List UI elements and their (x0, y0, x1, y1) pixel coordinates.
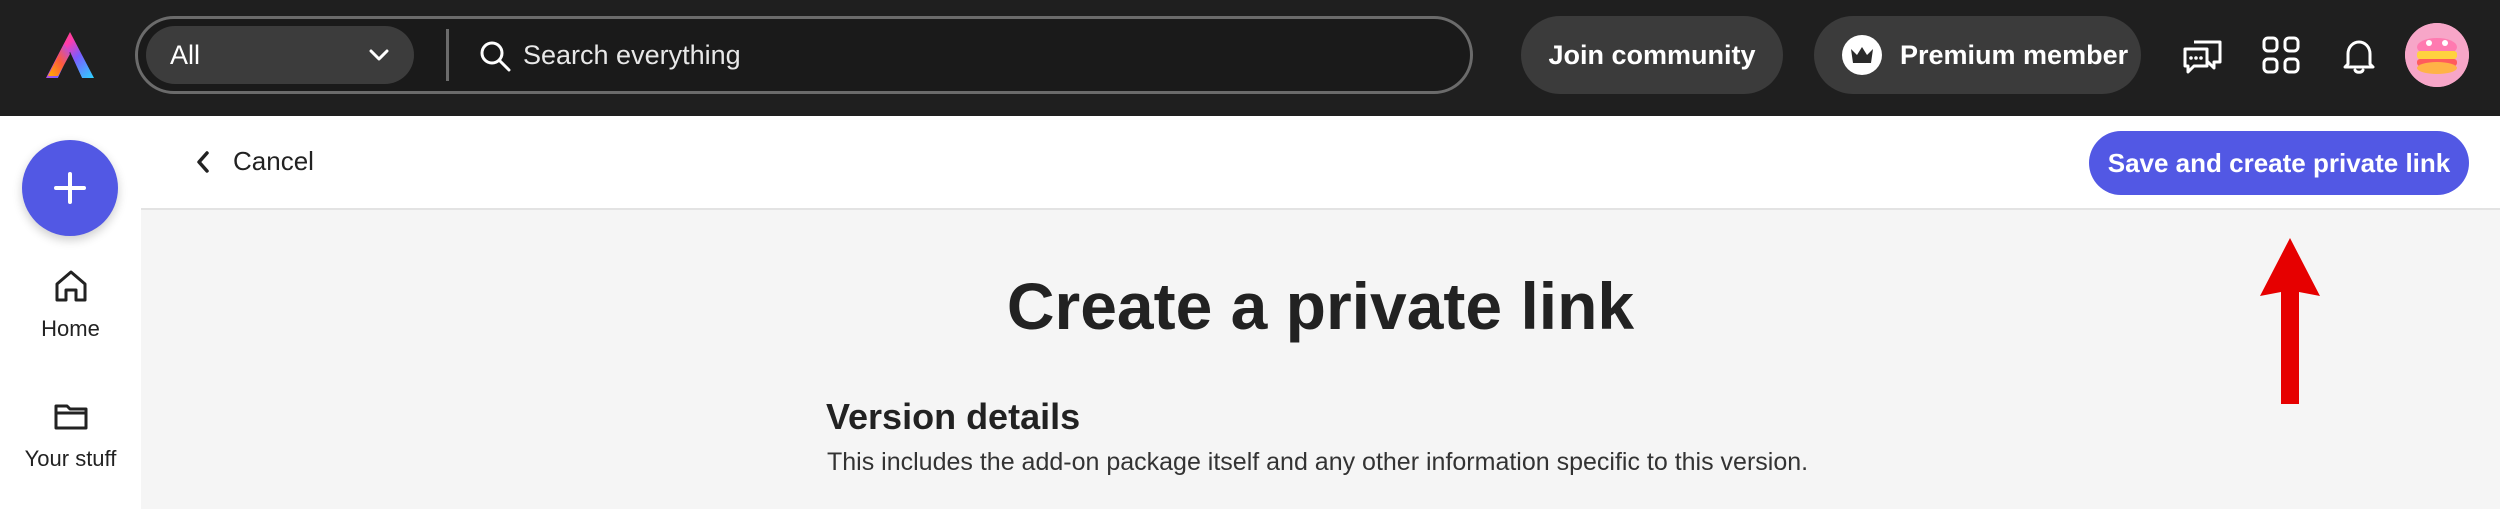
search-icon (480, 41, 511, 72)
top-navigation-bar: All Join community Premium member (0, 0, 2500, 116)
annotation-arrow-icon (2260, 238, 2320, 404)
rail-item-your-stuff-label: Your stuff (24, 446, 117, 471)
search-divider (446, 29, 449, 81)
apps-grid-icon[interactable] (2258, 32, 2304, 78)
cancel-button[interactable]: Cancel (195, 146, 314, 177)
save-and-create-private-link-button[interactable]: Save and create private link (2089, 131, 2469, 195)
notifications-bell-icon[interactable] (2336, 32, 2382, 78)
plus-icon (54, 172, 86, 204)
folder-icon (54, 404, 87, 430)
global-search-bar: All (135, 16, 1473, 94)
chat-bubbles-icon[interactable] (2180, 32, 2226, 78)
page-title: Create a private link (1006, 269, 1635, 343)
page-action-bar: Cancel Save and create private link (141, 116, 2500, 210)
left-rail: Home Your stuff (0, 116, 141, 509)
save-and-create-label: Save and create private link (2107, 147, 2451, 178)
search-scope-value: All (170, 39, 201, 70)
search-scope-dropdown[interactable]: All (146, 26, 414, 84)
search-input[interactable] (523, 29, 1423, 81)
join-community-label: Join community (1548, 39, 1756, 70)
crown-icon (1842, 35, 1882, 75)
create-new-button[interactable] (22, 140, 118, 236)
section-description: This includes the add-on package itself … (827, 448, 1809, 476)
cancel-label: Cancel (233, 146, 314, 176)
rail-item-home[interactable]: Home (0, 266, 141, 342)
chevron-left-icon (197, 150, 209, 173)
chevron-down-icon (369, 49, 389, 61)
premium-member-label: Premium member (1900, 39, 2129, 70)
home-icon (55, 270, 86, 302)
section-title: Version details (826, 396, 1081, 437)
premium-member-button[interactable]: Premium member (1814, 16, 2141, 94)
join-community-button[interactable]: Join community (1521, 16, 1783, 94)
user-avatar[interactable] (2405, 23, 2469, 87)
rail-item-your-stuff[interactable]: Your stuff (0, 396, 141, 472)
adobe-express-logo-icon[interactable] (44, 30, 96, 80)
rail-item-home-label: Home (41, 316, 100, 341)
